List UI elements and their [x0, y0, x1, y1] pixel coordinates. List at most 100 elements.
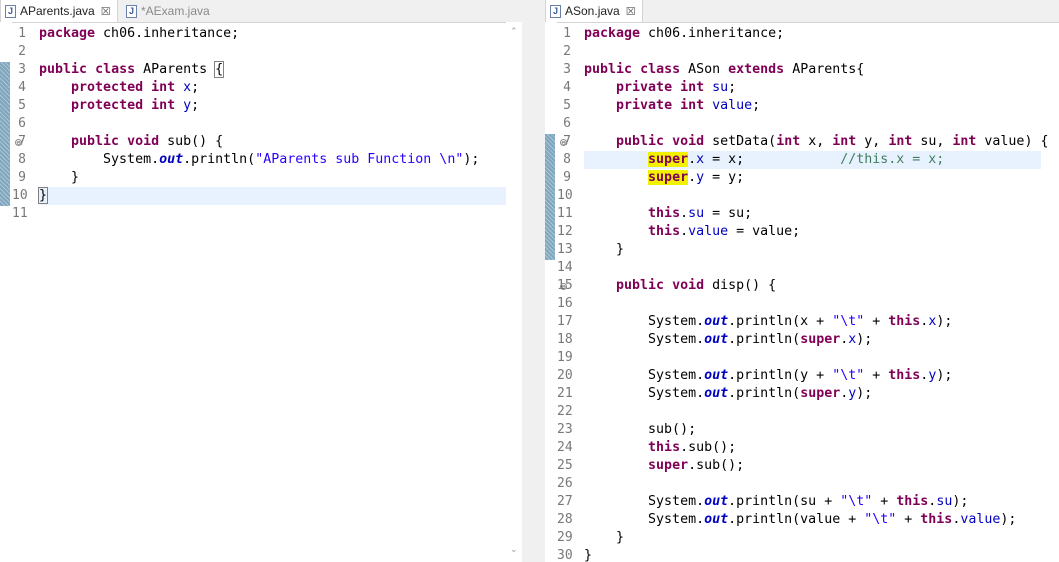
line-number: 30 — [557, 548, 573, 562]
code-line: protected int y; — [71, 98, 200, 113]
code-line: super.sub(); — [648, 458, 745, 473]
change-marker — [0, 62, 10, 206]
code-line: public class ASon extends AParents{ — [584, 62, 865, 77]
close-icon[interactable]: ☒ — [626, 5, 636, 18]
line-number: 10 — [12, 188, 28, 203]
code-line: this.value = value; — [648, 224, 801, 239]
code-area[interactable]: package ch06.inheritance; public class A… — [37, 22, 506, 562]
scroll-down-icon[interactable]: ⌄ — [510, 546, 518, 555]
code-line: } — [584, 548, 593, 562]
line-number: 26 — [557, 476, 573, 491]
line-number: 14 — [557, 260, 573, 275]
tab-ason-java[interactable]: J ASon.java ☒ — [545, 0, 643, 22]
change-marker — [545, 134, 555, 260]
left-editor-pane: J AParents.java ☒ J *AExam.java 12345678… — [0, 0, 522, 562]
tab-aexam-java[interactable]: J *AExam.java — [122, 0, 222, 22]
line-number: 8 — [563, 152, 571, 167]
line-number: 8 — [18, 152, 26, 167]
line-number: 29 — [557, 530, 573, 545]
code-line: super.x = x; //this.x = x; — [584, 151, 1041, 169]
change-ruler — [0, 22, 12, 562]
line-number: 18 — [557, 332, 573, 347]
fold-icon[interactable]: ⊖ — [560, 283, 567, 291]
line-number: 2 — [563, 44, 571, 59]
line-number: 23 — [557, 422, 573, 437]
line-number: 20 — [557, 368, 573, 383]
fold-icon[interactable]: ⊖ — [560, 139, 567, 147]
java-file-icon: J — [126, 4, 137, 18]
line-number: 28 — [557, 512, 573, 527]
code-line: System.out.println(x + "\t" + this.x); — [584, 314, 953, 329]
code-line: public class AParents { — [39, 61, 225, 78]
line-number: 4 — [563, 80, 571, 95]
scroll-up-icon[interactable]: ⌃ — [510, 28, 518, 37]
code-editor-aparents[interactable]: 1 2 3 4 5 6 7 8 9 10 11 ⊖ package ch06.inheritance… — [0, 22, 522, 562]
line-number: 16 — [557, 296, 573, 311]
line-number: 19 — [557, 350, 573, 365]
line-number: 11 — [557, 206, 573, 221]
fold-icon[interactable]: ⊖ — [15, 139, 22, 147]
tab-aparents-java[interactable]: J AParents.java ☒ — [0, 0, 118, 22]
code-area[interactable]: package ch06.inheritance; public class A… — [584, 22, 1049, 562]
line-number: 24 — [557, 440, 573, 455]
code-line: System.out.println(super.x); — [584, 332, 873, 347]
line-number-gutter: 1 2 3 4 5 6 7 8 9 10 11 12 13 14 15 16 17 18 19 20 21 22 23 24 2… — [557, 22, 577, 562]
code-line: System.out.println(value + "\t" + this.v… — [584, 512, 1017, 527]
line-number: 4 — [18, 80, 26, 95]
code-line: this.su = su; — [648, 206, 753, 221]
code-line: System.out.println(y + "\t" + this.y); — [584, 368, 953, 383]
right-editor-pane: J ASon.java ☒ 1 2 3 4 5 6 7 8 9 10 11 12 13 14 15 16 17 1… — [545, 0, 1059, 562]
code-line: public void sub() { — [71, 134, 224, 149]
line-number: 1 — [18, 26, 26, 41]
close-icon[interactable]: ☒ — [101, 5, 111, 18]
line-number-gutter: 1 2 3 4 5 6 7 8 9 10 11 — [12, 22, 32, 562]
line-number: 21 — [557, 386, 573, 401]
code-editor-ason[interactable]: 1 2 3 4 5 6 7 8 9 10 11 12 13 14 15 16 17 18 19 20 21 22 23 24 2… — [545, 22, 1059, 562]
code-line: public void setData(int x, int y, int su… — [616, 134, 1049, 149]
code-line: this.sub(); — [648, 440, 737, 455]
line-number: 25 — [557, 458, 573, 473]
line-number: 10 — [557, 188, 573, 203]
line-number: 27 — [557, 494, 573, 509]
tab-label: *AExam.java — [141, 4, 210, 18]
code-line: System.out.println("AParents sub Functio… — [39, 152, 480, 167]
line-number: 6 — [18, 116, 26, 131]
change-ruler — [545, 22, 557, 562]
line-number: 9 — [563, 170, 571, 185]
code-line: super.y = y; — [648, 170, 745, 185]
java-file-icon: J — [550, 4, 561, 18]
code-line: package ch06.inheritance; — [39, 26, 240, 41]
line-number: 9 — [18, 170, 26, 185]
code-line: } — [584, 530, 625, 545]
line-number: 17 — [557, 314, 573, 329]
code-line: System.out.println(super.y); — [584, 386, 873, 401]
line-number: 6 — [563, 116, 571, 131]
line-number: 12 — [557, 224, 573, 239]
code-line: System.out.println(su + "\t" + this.su); — [584, 494, 969, 509]
code-line: private int su; — [616, 80, 737, 95]
code-line: } — [39, 170, 80, 185]
java-file-icon: J — [5, 4, 16, 18]
right-tab-bar: J ASon.java ☒ — [545, 0, 1059, 23]
pane-splitter[interactable] — [522, 0, 545, 562]
line-number: 5 — [563, 98, 571, 113]
line-number: 22 — [557, 404, 573, 419]
line-number: 11 — [12, 206, 28, 221]
code-line: protected int x; — [71, 80, 200, 95]
vertical-scrollbar[interactable]: ⌃ ⌄ — [506, 22, 522, 562]
left-tab-bar: J AParents.java ☒ J *AExam.java — [0, 0, 522, 23]
line-number: 3 — [563, 62, 571, 77]
line-number: 3 — [18, 62, 26, 77]
code-line: private int value; — [616, 98, 761, 113]
code-line: } — [584, 242, 625, 257]
line-number: 5 — [18, 98, 26, 113]
